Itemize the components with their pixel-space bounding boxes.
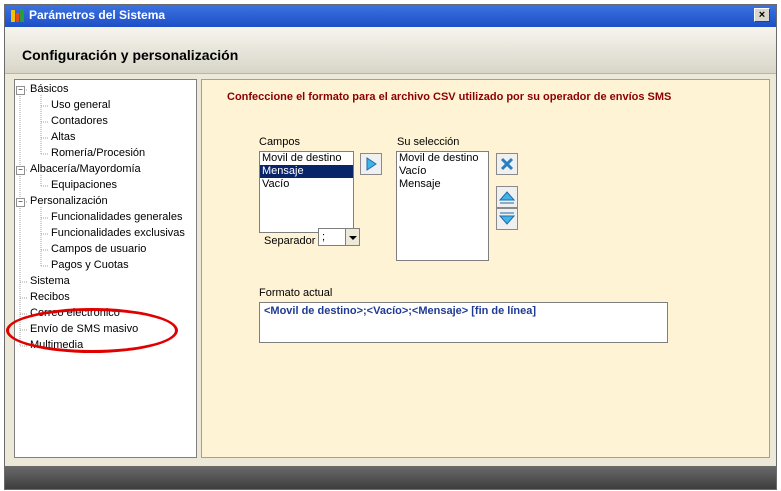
- campos-label: Campos: [259, 136, 300, 148]
- page-header: Configuración y personalización: [5, 27, 776, 74]
- campos-option[interactable]: Movil de destino: [260, 152, 353, 165]
- app-icon: [11, 9, 24, 22]
- tree-item-recibos[interactable]: Recibos: [30, 291, 70, 304]
- expander-minus-icon[interactable]: −: [16, 198, 25, 207]
- status-bar: [5, 466, 776, 489]
- chevron-down-icon[interactable]: [345, 229, 359, 245]
- seleccion-option[interactable]: Mensaje: [397, 178, 488, 191]
- campos-listbox[interactable]: Movil de destino Mensaje Vacío: [259, 151, 354, 233]
- tree-item-funcionalidades-generales[interactable]: Funcionalidades generales: [51, 211, 182, 224]
- seleccion-label: Su selección: [397, 136, 460, 148]
- separador-value: ;: [322, 231, 326, 243]
- seleccion-option[interactable]: Movil de destino: [397, 152, 488, 165]
- tree-item-envio-de-sms-masivo[interactable]: Envío de SMS masivo: [30, 323, 138, 336]
- tree-item-romeria-procesion[interactable]: Romería/Procesión: [51, 147, 145, 160]
- tree-item-contadores[interactable]: Contadores: [51, 115, 108, 128]
- system-parameters-window: Parámetros del Sistema × Configuración y…: [4, 4, 777, 490]
- close-button[interactable]: ×: [754, 8, 770, 22]
- expander-minus-icon[interactable]: −: [16, 86, 25, 95]
- tree-item-multimedia[interactable]: Multimedia: [30, 339, 83, 352]
- tree-item-uso-general[interactable]: Uso general: [51, 99, 110, 112]
- seleccion-option[interactable]: Vacío: [397, 165, 488, 178]
- arrow-down-icon: [499, 212, 515, 225]
- arrow-up-icon: [499, 191, 515, 204]
- tree-item-campos-de-usuario[interactable]: Campos de usuario: [51, 243, 146, 256]
- expander-minus-icon[interactable]: −: [16, 166, 25, 175]
- seleccion-listbox[interactable]: Movil de destino Vacío Mensaje: [396, 151, 489, 261]
- separador-select[interactable]: ;: [318, 228, 360, 246]
- campos-option[interactable]: Vacío: [260, 178, 353, 191]
- delete-x-icon: [500, 157, 514, 171]
- move-up-button[interactable]: [496, 186, 518, 208]
- tree-item-albaceria-mayordomia[interactable]: Albacería/Mayordomía: [30, 163, 141, 176]
- instruction-text: Confeccione el formato para el archivo C…: [227, 91, 672, 103]
- formato-label: Formato actual: [259, 287, 333, 299]
- tree-item-sistema[interactable]: Sistema: [30, 275, 70, 288]
- arrow-right-icon: [366, 157, 377, 171]
- move-down-button[interactable]: [496, 208, 518, 230]
- window-title: Parámetros del Sistema: [29, 8, 166, 22]
- tree-item-equipaciones[interactable]: Equipaciones: [51, 179, 117, 192]
- tree-item-correo-electronico[interactable]: Correo electrónico: [30, 307, 120, 320]
- formato-actual-field[interactable]: <Movil de destino>;<Vacío>;<Mensaje> [fi…: [259, 302, 668, 343]
- tree-item-funcionalidades-exclusivas[interactable]: Funcionalidades exclusivas: [51, 227, 185, 240]
- settings-tree[interactable]: Básicos − Uso general Contadores Altas Romerí…: [14, 79, 197, 458]
- add-field-button[interactable]: [360, 153, 382, 175]
- tree-item-altas[interactable]: Altas: [51, 131, 75, 144]
- tree-item-personalizacion[interactable]: Personalización: [30, 195, 108, 208]
- page-title: Configuración y personalización: [22, 47, 239, 63]
- tree-item-pagos-y-cuotas[interactable]: Pagos y Cuotas: [51, 259, 129, 272]
- separador-label: Separador: [264, 235, 316, 247]
- campos-option-selected[interactable]: Mensaje: [260, 165, 353, 178]
- title-bar: Parámetros del Sistema ×: [5, 5, 776, 27]
- remove-field-button[interactable]: [496, 153, 518, 175]
- tree-item-basicos[interactable]: Básicos: [30, 83, 69, 96]
